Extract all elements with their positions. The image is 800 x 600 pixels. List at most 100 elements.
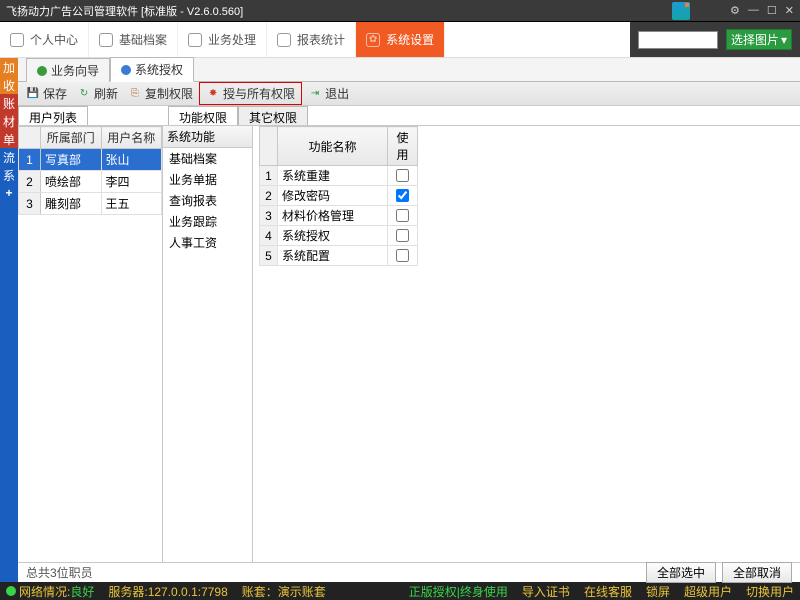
net-icon	[6, 586, 16, 596]
col-use[interactable]: 使用	[388, 127, 418, 166]
user-row[interactable]: 1 写真部 张山	[19, 149, 162, 171]
rail-order[interactable]: 单	[0, 130, 18, 148]
user-row[interactable]: 3 雕刻部 王五	[19, 193, 162, 215]
func-item[interactable]: 人事工资	[163, 232, 252, 253]
gear-icon[interactable]: ⚙	[730, 4, 740, 17]
func-item[interactable]: 业务跟踪	[163, 211, 252, 232]
rail-account[interactable]: 账	[0, 94, 18, 112]
panels: 所属部门 用户名称 1 写真部 张山 2 喷绘部 李四 3	[18, 126, 800, 562]
grant-all-button[interactable]: ✸授与所有权限	[202, 83, 299, 104]
superuser-label: 超级用户	[684, 583, 732, 600]
use-checkbox[interactable]	[396, 169, 409, 182]
phone-icon[interactable]	[672, 2, 690, 20]
auth-icon	[121, 65, 131, 75]
perm-row[interactable]: 3材料价格管理	[260, 206, 418, 226]
nav-right: 选择图片▾	[630, 22, 800, 57]
toolbar: 💾保存 ↻刷新 ⎘复制权限 ✸授与所有权限 ⇥退出	[18, 82, 800, 106]
user-icon	[10, 33, 24, 47]
nav-personal[interactable]: 个人中心	[0, 22, 89, 57]
user-header-row: 所属部门 用户名称	[19, 127, 162, 149]
switch-user-button[interactable]: 切换用户	[746, 583, 794, 600]
status-bar: 网络情况:良好 服务器:127.0.0.1:7798 账套：演示账套 正版授权|…	[0, 582, 800, 600]
col-name[interactable]: 用户名称	[101, 127, 162, 149]
perm-table: 功能名称 使用 1系统重建 2修改密码 3材料价格管理 4系统授权 5系统配置	[259, 126, 418, 266]
summary-bar: 总共3位职员 全部选中 全部取消	[18, 562, 800, 582]
online-service-button[interactable]: 在线客服	[584, 583, 632, 600]
ledger-label: 账套：演示账套	[242, 583, 326, 600]
search-input[interactable]	[638, 31, 718, 49]
title-bar: 飞扬动力广告公司管理软件 [标准版 - V2.6.0.560] ⚙ — ☐ ✕	[0, 0, 800, 22]
chart-icon	[277, 33, 291, 47]
use-checkbox[interactable]	[396, 249, 409, 262]
work-area: 加 收 账 材 单 流 系 + 业务向导 系统授权 💾保存 ↻刷新 ⎘复制权限 …	[0, 58, 800, 582]
perm-header: 功能名称 使用	[260, 127, 418, 166]
close-button[interactable]: ✕	[785, 4, 794, 17]
app-title: 飞扬动力广告公司管理软件 [标准版 - V2.6.0.560]	[6, 3, 672, 19]
perm-row[interactable]: 4系统授权	[260, 226, 418, 246]
doc-icon	[188, 33, 202, 47]
use-checkbox[interactable]	[396, 229, 409, 242]
user-table: 所属部门 用户名称 1 写真部 张山 2 喷绘部 李四 3	[18, 126, 162, 215]
subtab-userlist[interactable]: 用户列表	[18, 106, 88, 125]
perm-row[interactable]: 2修改密码	[260, 186, 418, 206]
perm-panel: 功能名称 使用 1系统重建 2修改密码 3材料价格管理 4系统授权 5系统配置	[253, 126, 800, 562]
col-funcname[interactable]: 功能名称	[278, 127, 388, 166]
user-row[interactable]: 2 喷绘部 李四	[19, 171, 162, 193]
net-label: 网络情况:良好	[6, 583, 94, 600]
nav-basicdata[interactable]: 基础档案	[89, 22, 178, 57]
exit-button[interactable]: ⇥退出	[304, 83, 353, 104]
rail-flow[interactable]: 流	[0, 148, 18, 166]
perm-row[interactable]: 5系统配置	[260, 246, 418, 266]
save-button[interactable]: 💾保存	[22, 83, 71, 104]
func-item[interactable]: 查询报表	[163, 190, 252, 211]
copy-icon: ⎘	[128, 87, 142, 101]
refresh-icon: ↻	[77, 87, 91, 101]
rail-system[interactable]: 系	[0, 166, 18, 184]
func-item[interactable]: 业务单据	[163, 169, 252, 190]
total-label: 总共3位职员	[26, 564, 93, 581]
col-dept[interactable]: 所属部门	[41, 127, 102, 149]
highlight-box: ✸授与所有权限	[199, 82, 302, 105]
exit-icon: ⇥	[308, 87, 322, 101]
rail-receive[interactable]: 收	[0, 76, 18, 94]
wizard-icon	[37, 66, 47, 76]
nav-business[interactable]: 业务处理	[178, 22, 267, 57]
select-image-button[interactable]: 选择图片▾	[726, 29, 792, 50]
save-icon: 💾	[26, 87, 40, 101]
nav-settings[interactable]: 系统设置	[356, 22, 445, 57]
doc-tabs: 业务向导 系统授权	[18, 58, 800, 82]
rail-add[interactable]: 加	[0, 58, 18, 76]
sub-tabs: 用户列表 功能权限 其它权限	[18, 106, 800, 126]
func-item[interactable]: 基础档案	[163, 148, 252, 169]
copy-perm-button[interactable]: ⎘复制权限	[124, 83, 197, 104]
subtab-funcperm[interactable]: 功能权限	[168, 106, 238, 125]
rail-plus[interactable]: +	[0, 184, 18, 202]
rail-material[interactable]: 材	[0, 112, 18, 130]
minimize-button[interactable]: —	[748, 4, 759, 17]
window-controls: ⚙ — ☐ ✕	[730, 4, 794, 17]
refresh-button[interactable]: ↻刷新	[73, 83, 122, 104]
left-rail: 加 收 账 材 单 流 系 +	[0, 58, 18, 582]
tab-auth[interactable]: 系统授权	[110, 57, 194, 82]
content: 业务向导 系统授权 💾保存 ↻刷新 ⎘复制权限 ✸授与所有权限 ⇥退出 用户列表…	[18, 58, 800, 582]
deselect-all-button[interactable]: 全部取消	[722, 562, 792, 583]
import-cert-button[interactable]: 导入证书	[522, 583, 570, 600]
list-icon	[99, 33, 113, 47]
maximize-button[interactable]: ☐	[767, 4, 777, 17]
lock-button[interactable]: 锁屏	[646, 583, 670, 600]
perm-row[interactable]: 1系统重建	[260, 166, 418, 186]
license-label: 正版授权|终身使用	[409, 583, 508, 600]
user-panel: 所属部门 用户名称 1 写真部 张山 2 喷绘部 李四 3	[18, 126, 163, 562]
select-all-button[interactable]: 全部选中	[646, 562, 716, 583]
use-checkbox[interactable]	[396, 209, 409, 222]
subtab-otherperm[interactable]: 其它权限	[238, 106, 308, 125]
grant-icon: ✸	[206, 87, 220, 101]
gear-icon	[366, 33, 380, 47]
tab-wizard[interactable]: 业务向导	[26, 58, 110, 82]
use-checkbox[interactable]	[396, 189, 409, 202]
main-nav: 个人中心 基础档案 业务处理 报表统计 系统设置 选择图片▾	[0, 22, 800, 58]
nav-reports[interactable]: 报表统计	[267, 22, 356, 57]
func-tree: 系统功能 基础档案 业务单据 查询报表 业务跟踪 人事工资	[163, 126, 253, 562]
server-label: 服务器:127.0.0.1:7798	[108, 583, 227, 600]
func-header: 系统功能	[163, 126, 252, 148]
